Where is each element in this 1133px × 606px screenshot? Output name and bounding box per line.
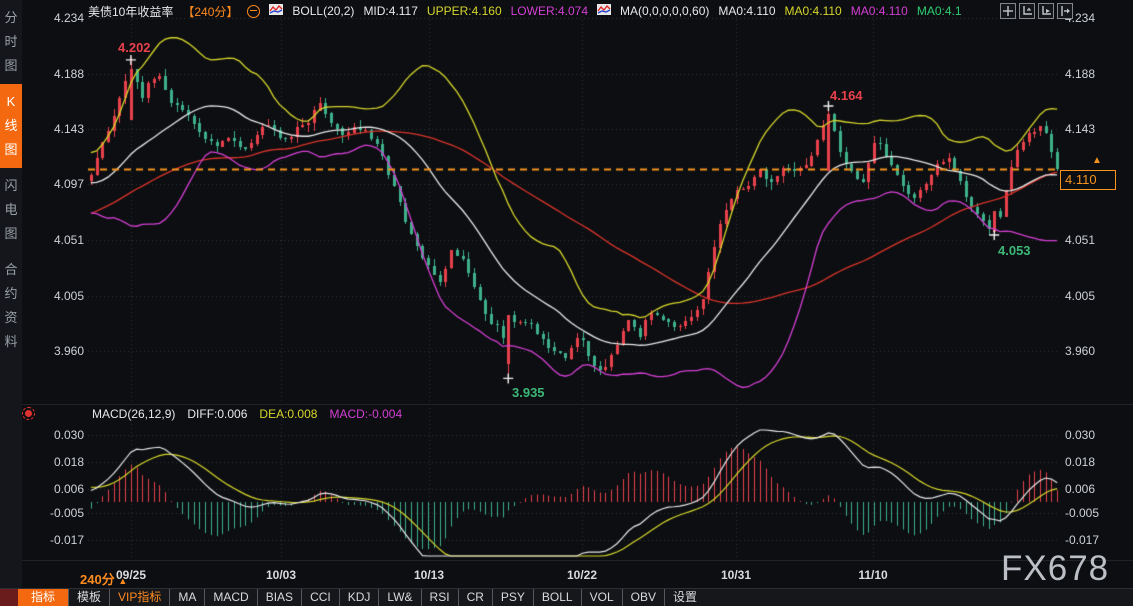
toolbar-tab-cn-2[interactable]: VIP指标 bbox=[109, 589, 169, 606]
toolbar-tab-obv[interactable]: OBV bbox=[622, 589, 664, 606]
boll-indicator-icon[interactable] bbox=[269, 4, 283, 18]
date-label: 10/22 bbox=[567, 568, 597, 582]
boll-lower-value: LOWER:4.074 bbox=[511, 4, 588, 18]
price-tick-right: 4.234 bbox=[1065, 11, 1127, 25]
boll-upper-value: UPPER:4.160 bbox=[427, 4, 502, 18]
toolbar-tab-cn-1[interactable]: 模板 bbox=[68, 589, 109, 606]
toolbar-tab-boll[interactable]: BOLL bbox=[533, 589, 581, 606]
macd-tick-left: 0.018 bbox=[24, 455, 84, 469]
x-axis-scale-icon[interactable] bbox=[1038, 3, 1054, 19]
extreme-price-label: 4.053 bbox=[998, 243, 1031, 258]
macd-header-legend: MACD(26,12,9) DIFF:0.006 DEA:0.008 MACD:… bbox=[92, 407, 402, 421]
pane-divider bbox=[22, 404, 1133, 405]
price-tick-left: 4.143 bbox=[24, 122, 84, 136]
toolbar-tab-cci[interactable]: CCI bbox=[301, 589, 339, 606]
left-sidebar: 分 时 图K 线 图闪 电 图合 约 资 料 bbox=[0, 0, 22, 588]
price-tick-left: 4.097 bbox=[24, 177, 84, 191]
toolbar-tab-bias[interactable]: BIAS bbox=[257, 589, 301, 606]
ma0-value-4: MA0:4.1 bbox=[917, 4, 962, 18]
sidebar-tab-contract-info[interactable]: 合 约 资 料 bbox=[0, 252, 22, 360]
macd-tick-right: 0.030 bbox=[1065, 428, 1127, 442]
toolbar-tab-cr[interactable]: CR bbox=[458, 589, 492, 606]
extreme-price-label: 4.202 bbox=[118, 40, 151, 55]
extreme-price-label: 4.164 bbox=[830, 88, 863, 103]
price-chart-canvas[interactable] bbox=[0, 0, 1133, 606]
chart-tool-buttons bbox=[1000, 3, 1073, 19]
ma0-value-2: MA0:4.110 bbox=[785, 4, 842, 18]
macd-dea-value: DEA:0.008 bbox=[259, 407, 317, 421]
current-price-badge: 4.110 bbox=[1060, 170, 1116, 190]
price-tick-right: 4.051 bbox=[1065, 233, 1127, 247]
price-tick-right: 4.188 bbox=[1065, 67, 1127, 81]
toolbar-tab-vol[interactable]: VOL bbox=[581, 589, 622, 606]
toolbar-tab-macd[interactable]: MACD bbox=[204, 589, 256, 606]
macd-tick-left: 0.030 bbox=[24, 428, 84, 442]
instrument-title: 美债10年收益率 bbox=[88, 3, 173, 20]
boll-mid-value: MID:4.117 bbox=[363, 4, 417, 18]
price-tick-left: 4.051 bbox=[24, 233, 84, 247]
macd-diff-value: DIFF:0.006 bbox=[187, 407, 247, 421]
period-tag: 【240分】 bbox=[182, 3, 238, 20]
period-text: 240分 bbox=[80, 572, 115, 587]
date-label: 11/10 bbox=[858, 568, 887, 582]
extreme-price-label: 3.935 bbox=[512, 385, 545, 400]
sidebar-tab-time-chart[interactable]: 分 时 图 bbox=[0, 0, 22, 84]
toolbar-corner-block bbox=[0, 589, 18, 606]
collapse-pane-icon[interactable] bbox=[247, 5, 260, 18]
y-axis-scale-icon[interactable] bbox=[1019, 3, 1035, 19]
bottom-toolbar: 指标模板VIP指标MAMACDBIASCCIKDJLW&RSICRPSYBOLL… bbox=[0, 588, 1133, 606]
pan-right-icon[interactable] bbox=[1057, 3, 1073, 19]
price-tick-left: 3.960 bbox=[24, 344, 84, 358]
price-tick-right: 4.143 bbox=[1065, 122, 1127, 136]
macd-label: MACD(26,12,9) bbox=[92, 407, 175, 421]
toolbar-tab-rsi[interactable]: RSI bbox=[421, 589, 458, 606]
macd-tick-right: -0.017 bbox=[1065, 533, 1127, 547]
toolbar-tab-lw[interactable]: LW& bbox=[378, 589, 420, 606]
date-label: 10/13 bbox=[414, 568, 444, 582]
ma0-value-3: MA0:4.110 bbox=[851, 4, 908, 18]
price-tick-left: 4.005 bbox=[24, 289, 84, 303]
price-tick-right: 3.960 bbox=[1065, 344, 1127, 358]
macd-tick-right: -0.005 bbox=[1065, 506, 1127, 520]
macd-pane-settings-icon[interactable] bbox=[25, 410, 32, 417]
price-up-arrow-icon: ▲ bbox=[1092, 155, 1102, 166]
macd-tick-right: 0.006 bbox=[1065, 482, 1127, 496]
toolbar-tab-cn-15[interactable]: 设置 bbox=[664, 589, 705, 606]
crosshair-tool-icon[interactable] bbox=[1000, 3, 1016, 19]
date-label: 10/31 bbox=[721, 568, 751, 582]
date-label: 10/03 bbox=[266, 568, 296, 582]
ma-label: MA(0,0,0,0,0,60) bbox=[620, 4, 709, 18]
boll-label: BOLL(20,2) bbox=[292, 4, 354, 18]
macd-tick-left: 0.006 bbox=[24, 482, 84, 496]
price-tick-left: 4.234 bbox=[24, 11, 84, 25]
toolbar-tab-psy[interactable]: PSY bbox=[492, 589, 533, 606]
toolbar-tab-ma[interactable]: MA bbox=[169, 589, 204, 606]
ma0-value-1: MA0:4.110 bbox=[718, 4, 775, 18]
toolbar-tab-kdj[interactable]: KDJ bbox=[339, 589, 379, 606]
chart-header-legend: 美债10年收益率 【240分】 BOLL(20,2) MID:4.117 UPP… bbox=[88, 3, 962, 19]
sidebar-tab-kline-chart[interactable]: K 线 图 bbox=[0, 84, 22, 168]
macd-value: MACD:-0.004 bbox=[329, 407, 402, 421]
macd-tick-left: -0.005 bbox=[24, 506, 84, 520]
date-label: 09/25 bbox=[116, 568, 146, 582]
price-tick-left: 4.188 bbox=[24, 67, 84, 81]
ma-indicator-icon[interactable] bbox=[597, 4, 611, 18]
price-tick-right: 4.005 bbox=[1065, 289, 1127, 303]
macd-tick-left: -0.017 bbox=[24, 533, 84, 547]
macd-tick-right: 0.018 bbox=[1065, 455, 1127, 469]
xaxis-divider bbox=[22, 560, 1133, 561]
sidebar-tab-flash-chart[interactable]: 闪 电 图 bbox=[0, 168, 22, 252]
toolbar-tab-cn-0[interactable]: 指标 bbox=[18, 589, 68, 606]
watermark-logo: FX678 bbox=[1001, 549, 1109, 589]
